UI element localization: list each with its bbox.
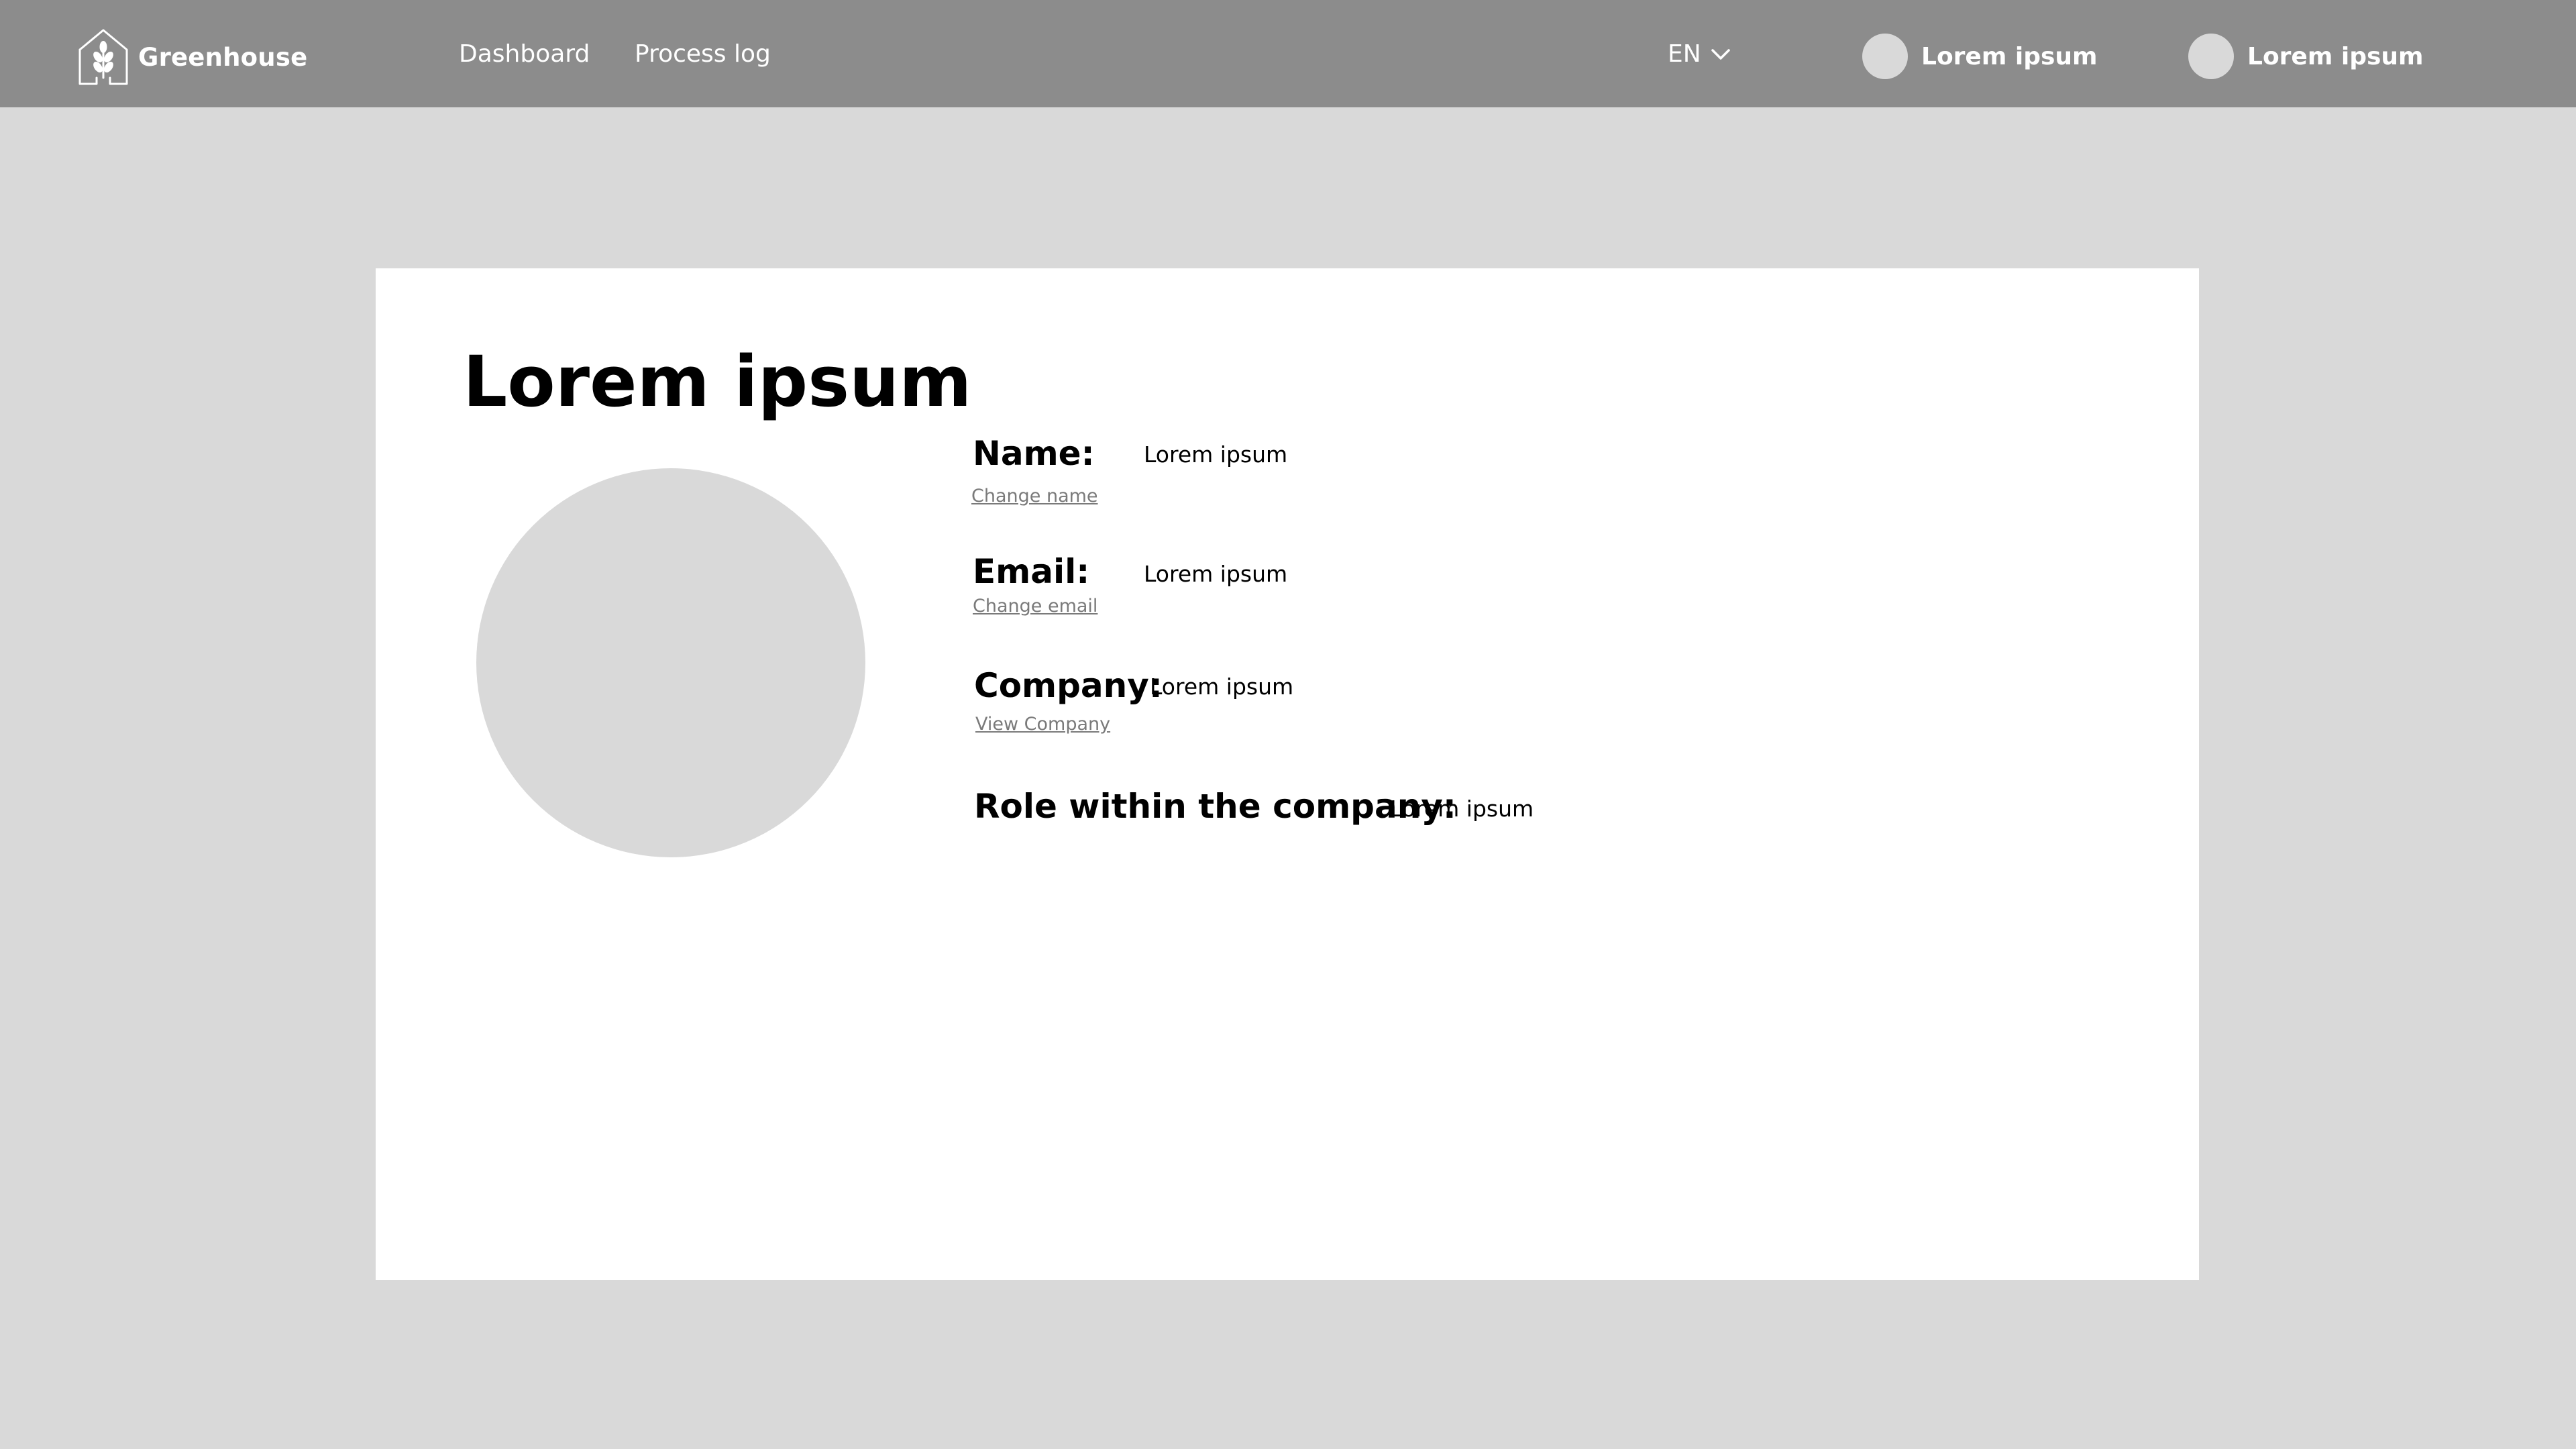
profile-avatar (476, 468, 865, 857)
avatar (1862, 34, 1908, 79)
profile-card: Lorem ipsum Name: Lorem ipsum Change nam… (376, 268, 2199, 1280)
role-value: Lorem ipsum (1390, 796, 1534, 822)
name-value: Lorem ipsum (1144, 441, 1288, 468)
page-title: Lorem ipsum (463, 341, 972, 423)
top-navigation-bar: Greenhouse Dashboard Process log EN Lore… (0, 0, 2576, 107)
brand-logo[interactable]: Greenhouse (78, 28, 307, 86)
company-value: Lorem ipsum (1150, 674, 1294, 700)
email-label: Email: (973, 552, 1090, 591)
company-label: Company: (974, 666, 1163, 705)
language-selected-value: EN (1668, 40, 1701, 68)
user-menu-chip-1[interactable]: Lorem ipsum (1862, 34, 2098, 79)
avatar (2188, 34, 2234, 79)
view-company-link[interactable]: View Company (975, 714, 1110, 735)
role-label: Role within the company: (974, 787, 1456, 826)
brand-name: Greenhouse (138, 42, 308, 72)
change-email-link[interactable]: Change email (973, 596, 1097, 617)
nav-dashboard-link[interactable]: Dashboard (459, 40, 590, 68)
language-selector[interactable]: EN (1668, 40, 1731, 68)
email-value: Lorem ipsum (1144, 561, 1288, 587)
change-name-link[interactable]: Change name (971, 486, 1098, 507)
chevron-down-icon (1711, 48, 1730, 60)
greenhouse-leaf-icon (78, 29, 128, 85)
user-chip-label: Lorem ipsum (2247, 42, 2424, 70)
nav-process-log-link[interactable]: Process log (635, 40, 771, 68)
user-chip-label: Lorem ipsum (1921, 42, 2098, 70)
name-label: Name: (973, 434, 1095, 473)
user-menu-chip-2[interactable]: Lorem ipsum (2188, 34, 2424, 79)
